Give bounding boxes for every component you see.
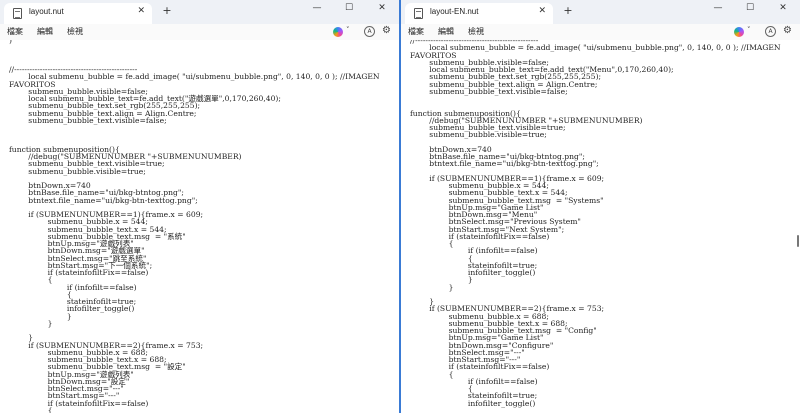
account-icon[interactable]: A [364, 26, 375, 37]
code-line: submenu_bubble.visible=true; [9, 166, 146, 176]
code-line: if (stateinfofiltFix==false) [9, 398, 149, 408]
close-button[interactable]: ✕ [372, 3, 392, 13]
code-line: if (stateinfofiltFix==false) [410, 231, 550, 241]
title-bar[interactable]: layout-EN.nut ✕ + — ☐ ✕ [401, 0, 800, 24]
title-bar[interactable]: layout.nut ✕ + — ☐ ✕ [0, 0, 399, 24]
copilot-icon[interactable] [734, 27, 744, 37]
code-line: btntext.file_name="ui/bkg-btn-texttog.pn… [9, 195, 198, 205]
code-line: btntext.file_name="ui/bkg-btn-texttog.pn… [410, 159, 599, 169]
code-line: local submenu_bubble = fe.add_image( "ui… [9, 72, 380, 82]
menu-edit[interactable]: 編輯 [37, 26, 53, 37]
document-icon [414, 8, 423, 19]
gear-icon[interactable]: ⚙ [382, 25, 391, 36]
copilot-icon[interactable] [333, 27, 343, 37]
text-editor[interactable]: )//-------------------------------------… [0, 40, 399, 413]
code-line: } [9, 311, 72, 321]
close-button[interactable]: ✕ [773, 3, 793, 13]
menu-edit[interactable]: 編輯 [438, 26, 454, 37]
code-line: { [9, 405, 53, 413]
code-line: } [9, 318, 53, 328]
new-tab-button[interactable]: + [561, 4, 575, 17]
tab-title: layout-EN.nut [430, 7, 479, 16]
notepad-window-right: layout-EN.nut ✕ + — ☐ ✕ 檔案 編輯 檢視 ˅ A ⚙ /… [401, 0, 800, 413]
code-line: submenu_bubble.visible=true; [410, 130, 547, 140]
maximize-button[interactable]: ☐ [339, 3, 359, 13]
account-icon[interactable]: A [765, 26, 776, 37]
code-line: infofilter_toggle() [410, 398, 536, 408]
code-content: )//-------------------------------------… [9, 40, 380, 413]
file-tab[interactable]: layout.nut ✕ [4, 3, 152, 24]
tab-close-icon[interactable]: ✕ [538, 6, 546, 16]
code-line: } [410, 275, 473, 285]
menu-file[interactable]: 檔案 [408, 26, 424, 37]
code-line: } [410, 282, 454, 292]
vertical-scrollbar[interactable] [797, 235, 799, 247]
minimize-button[interactable]: — [708, 3, 728, 13]
chevron-down-icon[interactable]: ˅ [747, 26, 751, 34]
notepad-window-left: layout.nut ✕ + — ☐ ✕ 檔案 編輯 檢視 ˅ A ⚙ )//-… [0, 0, 399, 413]
new-tab-button[interactable]: + [160, 4, 174, 17]
menu-view[interactable]: 檢視 [468, 26, 484, 37]
minimize-button[interactable]: — [307, 3, 327, 13]
document-icon [13, 8, 22, 19]
text-editor[interactable]: //--------------------------------------… [401, 40, 800, 413]
menu-view[interactable]: 檢視 [67, 26, 83, 37]
file-tab[interactable]: layout-EN.nut ✕ [405, 3, 553, 24]
gear-icon[interactable]: ⚙ [783, 25, 792, 36]
code-content: //--------------------------------------… [410, 40, 781, 407]
maximize-button[interactable]: ☐ [740, 3, 760, 13]
code-line: if (stateinfofiltFix==false) [9, 268, 149, 277]
code-line: submenu_bubble_text.visible=false; [9, 115, 167, 125]
tab-close-icon[interactable]: ✕ [137, 6, 145, 16]
code-line: if (stateinfofiltFix==false) [410, 362, 550, 372]
tab-title: layout.nut [29, 7, 64, 16]
menu-file[interactable]: 檔案 [7, 26, 23, 37]
chevron-down-icon[interactable]: ˅ [346, 26, 350, 34]
code-line: local submenu_bubble = fe.add_image( "ui… [410, 43, 781, 53]
code-line: submenu_bubble_text.visible=false; [410, 86, 568, 96]
